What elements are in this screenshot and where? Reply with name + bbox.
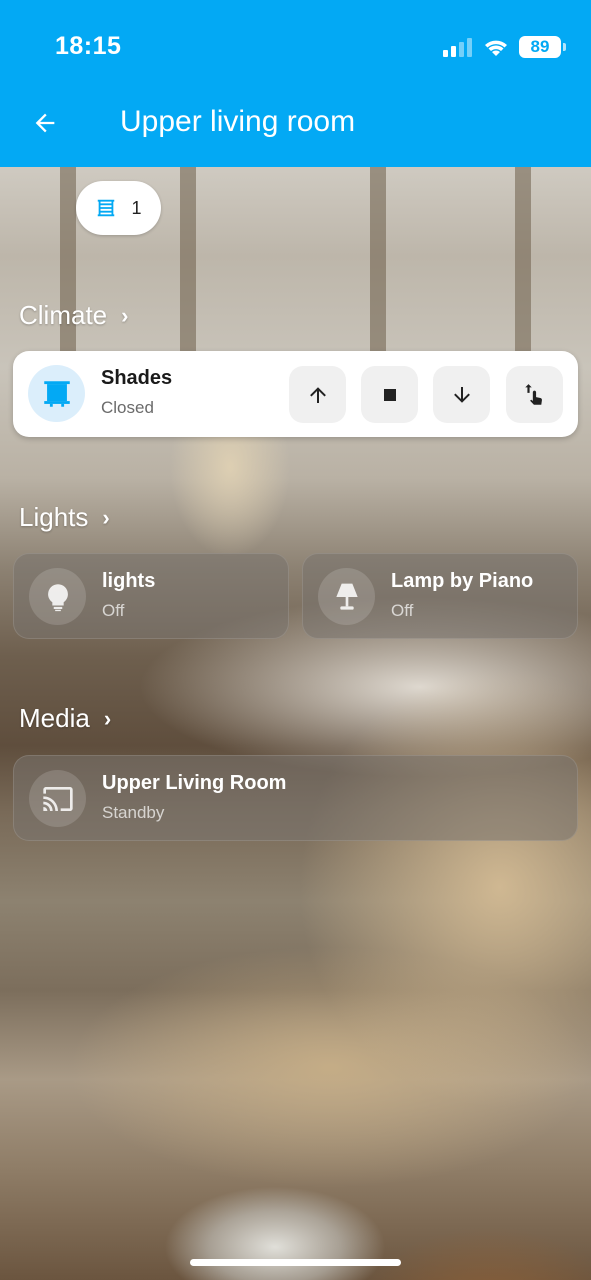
light-icon-circle (29, 568, 86, 625)
lamp-icon (335, 583, 358, 610)
window-frame (515, 167, 531, 367)
shades-position-button[interactable] (506, 366, 563, 423)
window-shutter-icon (98, 199, 115, 217)
window-frame (370, 167, 386, 367)
arrow-left-icon (35, 113, 55, 133)
light-state: Off (102, 601, 125, 620)
ceiling-light-icon (47, 583, 68, 611)
window-frame (180, 167, 196, 367)
section-title: Lights (19, 502, 89, 532)
status-bar: 18:15 89 (0, 0, 591, 90)
stop-icon (383, 388, 396, 401)
shades-name: Shades (101, 367, 173, 389)
section-title: Media (19, 703, 90, 733)
cast-icon (42, 786, 73, 811)
gesture-swipe-vertical-icon (524, 383, 542, 405)
chevron-right-icon: › (102, 504, 110, 530)
media-text: Upper Living Room Standby (102, 772, 286, 823)
home-indicator[interactable] (190, 1259, 401, 1266)
chevron-right-icon: › (121, 302, 129, 328)
shades-state: Closed (101, 398, 154, 417)
page-title: Upper living room (120, 105, 356, 138)
section-media-header[interactable]: Media › (19, 703, 111, 734)
back-button[interactable] (26, 104, 64, 142)
app-header: 18:15 89 Upper living room (0, 0, 591, 167)
media-state: Standby (102, 803, 165, 822)
chevron-right-icon: › (103, 705, 112, 731)
status-icons: 89 (443, 35, 566, 59)
shades-open-button[interactable] (289, 366, 346, 423)
arrow-up-icon (309, 386, 326, 403)
shades-count-chip[interactable]: 1 (76, 181, 161, 235)
lamp-name: Lamp by Piano (391, 570, 534, 592)
battery-indicator: 89 (519, 36, 566, 58)
section-lights-header[interactable]: Lights › (19, 502, 110, 533)
light-card-lights[interactable]: lights Off (13, 553, 289, 639)
status-time: 18:15 (55, 32, 122, 60)
lamp-text: Lamp by Piano Off (391, 570, 533, 621)
wifi-icon (485, 40, 507, 56)
shades-icon-circle (28, 365, 85, 422)
light-text: lights Off (102, 570, 155, 621)
window-shutter-closed-icon (43, 380, 70, 407)
chip-count: 1 (131, 197, 142, 218)
shades-stop-button[interactable] (361, 366, 418, 423)
shades-card[interactable]: Shades Closed (13, 351, 578, 437)
light-card-lamp-by-piano[interactable]: Lamp by Piano Off (302, 553, 578, 639)
media-name: Upper Living Room (102, 772, 287, 794)
lamp-icon-circle (318, 568, 375, 625)
section-climate-header[interactable]: Climate › (19, 300, 128, 331)
window-frame (60, 167, 76, 367)
media-icon-circle (29, 770, 86, 827)
shades-close-button[interactable] (433, 366, 490, 423)
media-card-upper-living-room[interactable]: Upper Living Room Standby (13, 755, 578, 841)
lamp-state: Off (391, 601, 414, 620)
light-name: lights (102, 570, 156, 592)
cellular-signal-icon (443, 38, 472, 57)
arrow-down-icon (453, 386, 470, 403)
shades-text: Shades Closed (101, 367, 172, 418)
section-title: Climate (19, 300, 108, 330)
